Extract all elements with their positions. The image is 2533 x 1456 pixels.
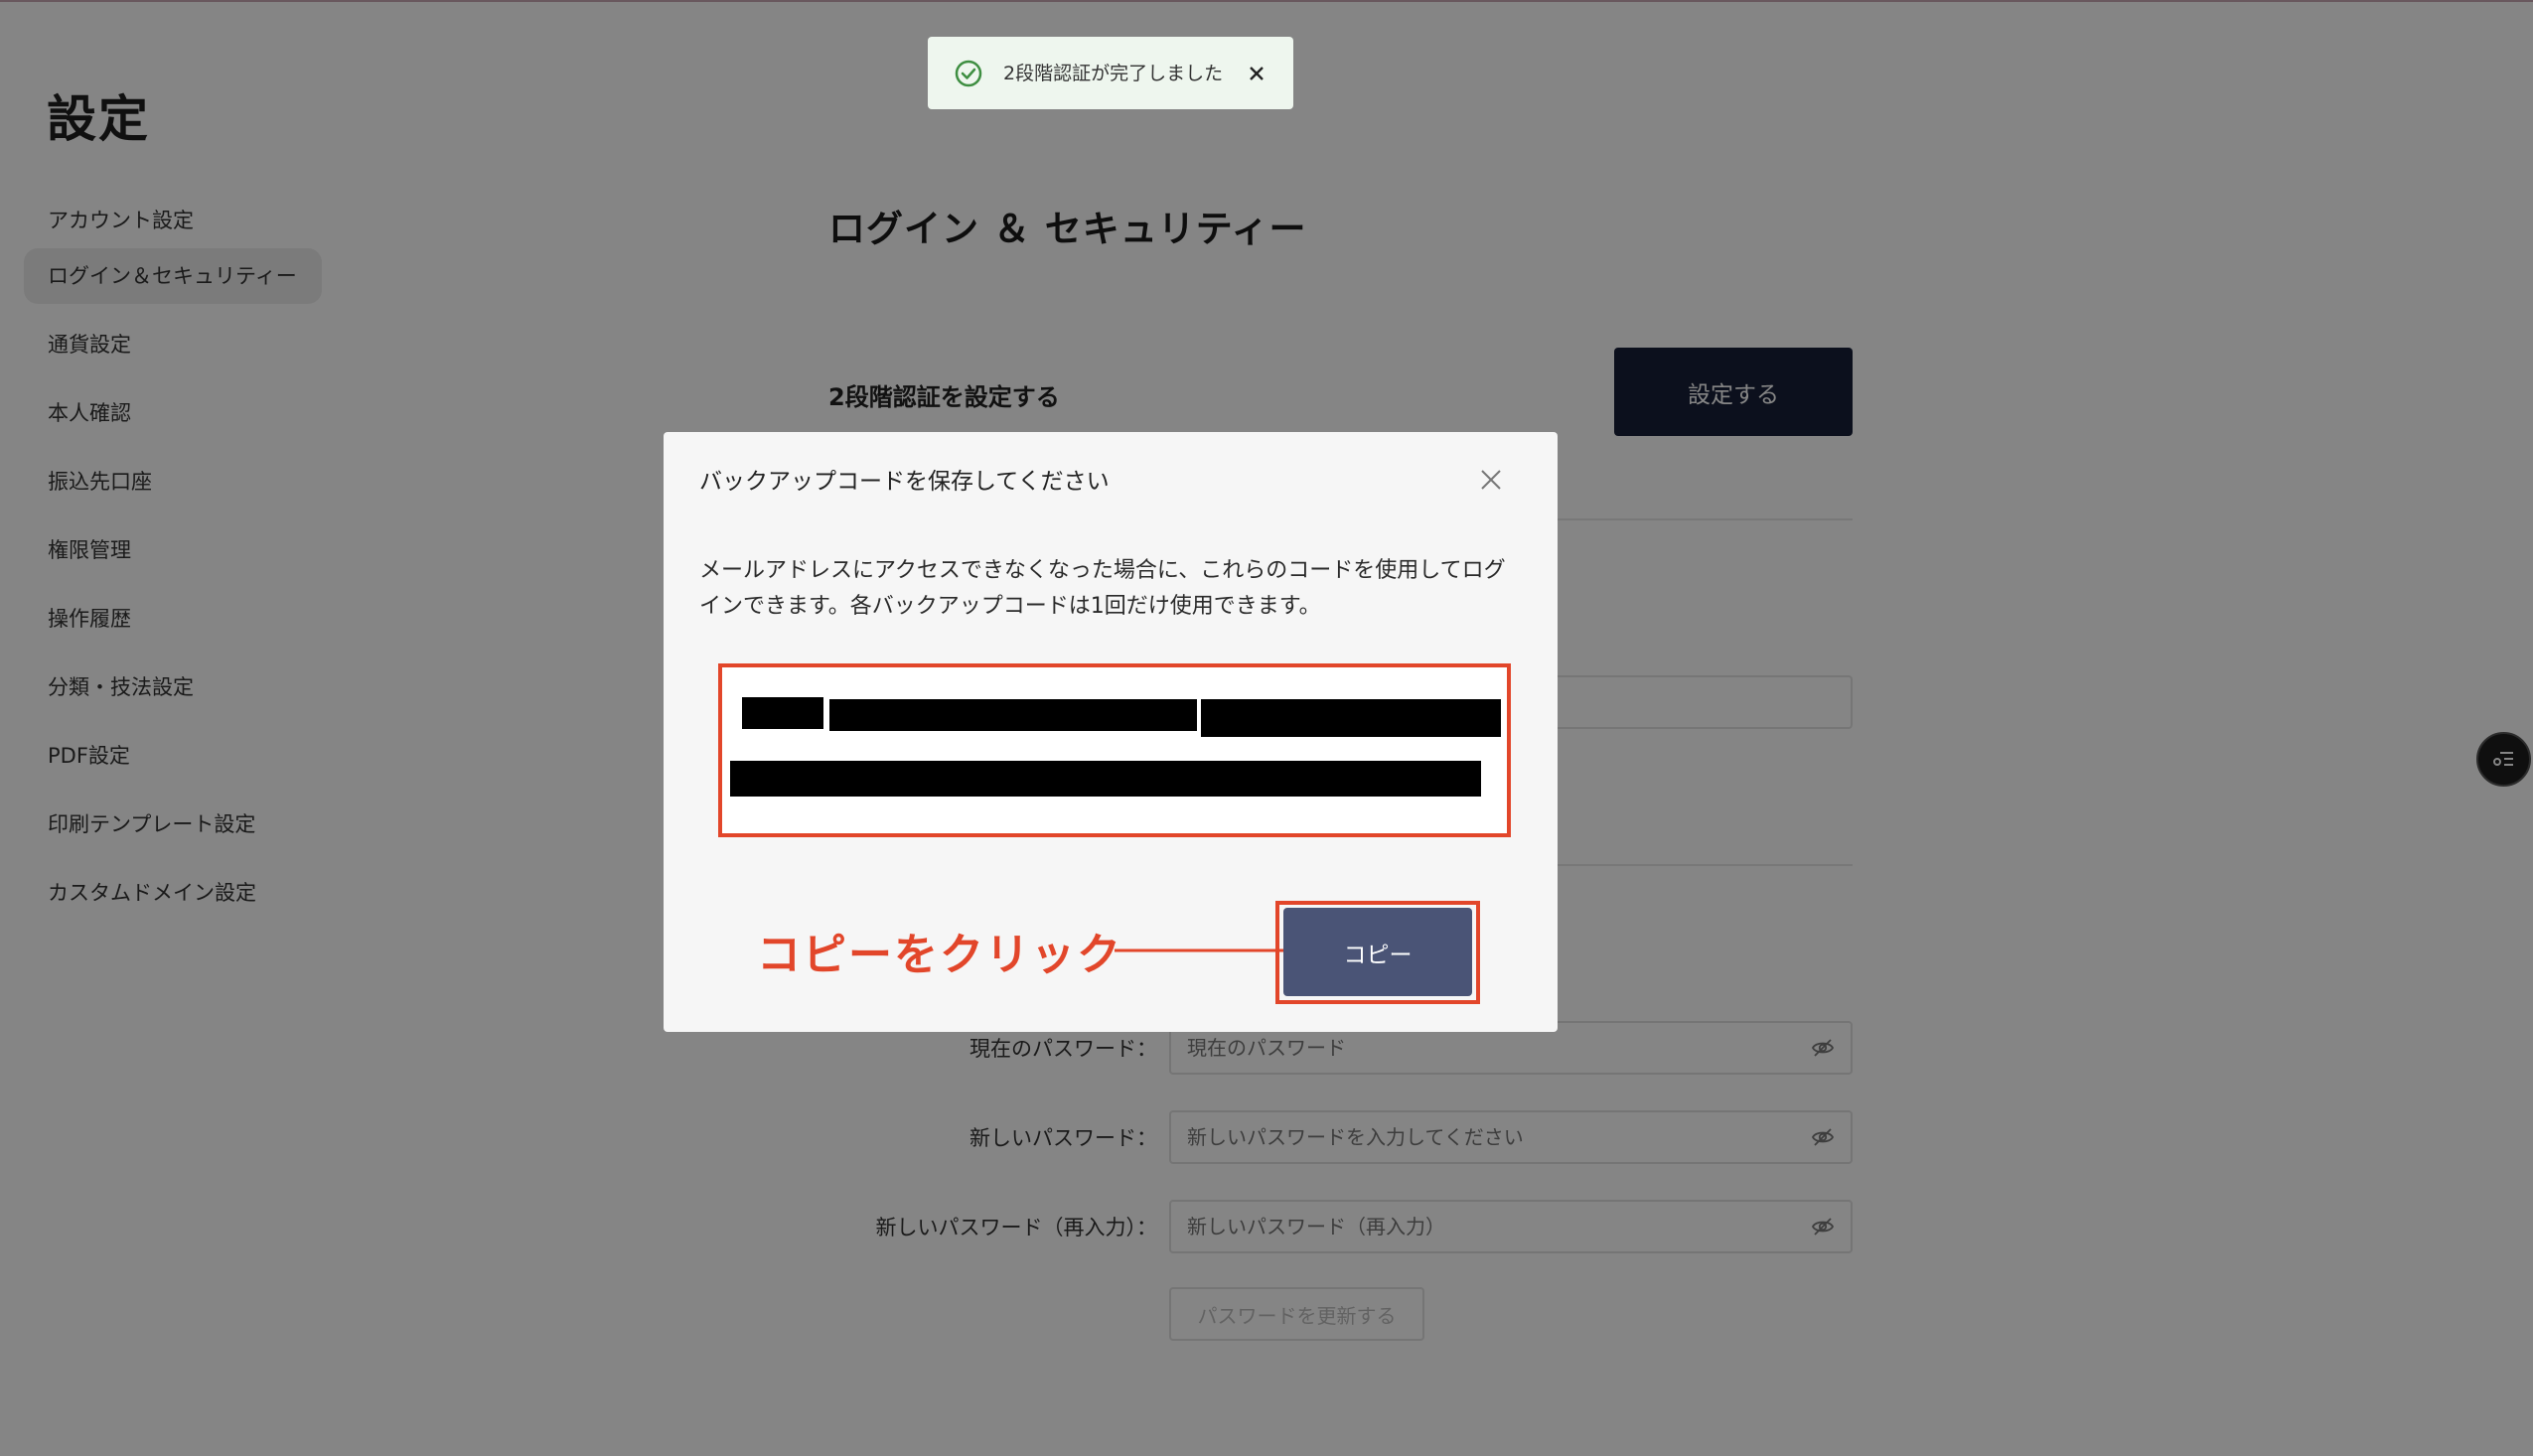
redacted-code [742,697,823,729]
annotation-text: コピーをクリック [757,930,1122,980]
redacted-code [730,761,1481,797]
redacted-code [829,699,1197,731]
check-circle-icon [955,60,982,87]
toast-message: 2段階認証が完了しました [1003,63,1224,84]
copy-button[interactable]: コピー [1283,908,1472,996]
modal-description: メールアドレスにアクセスできなくなった場合に、これらのコードを使用してログインで… [699,558,1506,619]
redacted-code [1201,699,1501,737]
backup-codes-modal: バックアップコードを保存してください メールアドレスにアクセスできなくなった場合… [664,432,1558,1032]
modal-title: バックアップコードを保存してください [699,469,1110,495]
backup-codes-box [718,663,1511,837]
success-toast: 2段階認証が完了しました [928,37,1293,109]
close-icon[interactable] [1246,63,1267,84]
close-icon[interactable] [1478,467,1504,493]
